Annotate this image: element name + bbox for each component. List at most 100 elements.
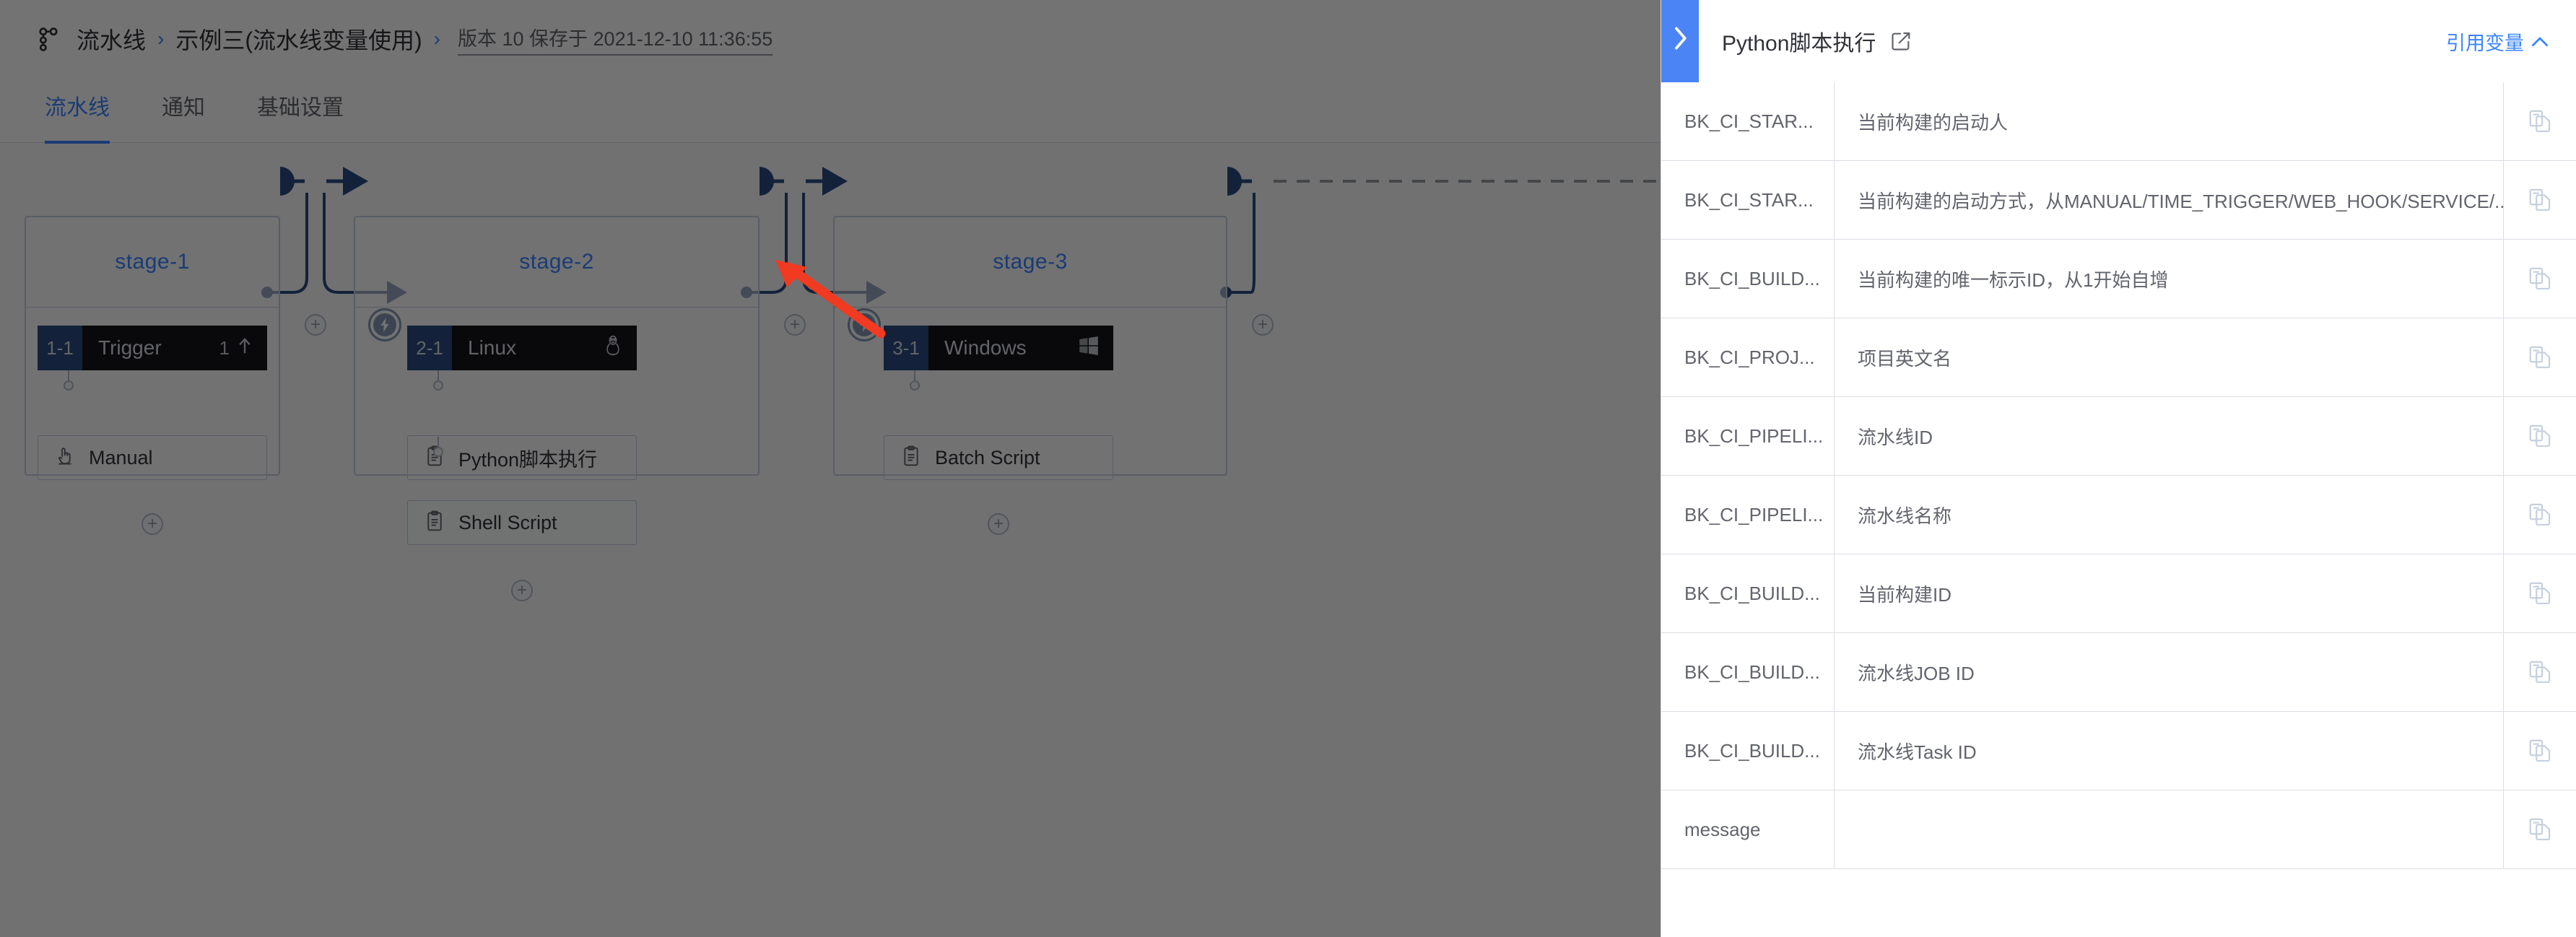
table-row[interactable]: BK_CI_PIPELI... 流水线ID: [1661, 397, 2576, 476]
variable-reference-panel: Python脚本执行 引用变量 BK_CI_STAR... 当前构建的启动人 B…: [1661, 0, 2576, 937]
reference-variable-toggle[interactable]: 引用变量: [2446, 27, 2549, 56]
job-3-1[interactable]: 3-1 Windows Batch Script +: [884, 326, 1113, 535]
copy-icon[interactable]: [2504, 318, 2576, 396]
tab-notification[interactable]: 通知: [146, 78, 221, 121]
job-3-1-index: 3-1: [884, 326, 928, 370]
atom-manual-label: Manual: [89, 446, 153, 468]
add-atom-button-3-1[interactable]: +: [988, 513, 1009, 535]
job-1-1[interactable]: 1-1 Trigger 1 Manual +: [38, 326, 267, 535]
breadcrumb-version-info[interactable]: 版本 10 保存于 2021-12-10 11:36:55: [458, 23, 773, 56]
job-2-1-connector-dot-2: [433, 447, 443, 457]
table-row[interactable]: BK_CI_BUILD... 流水线JOB ID: [1661, 633, 2576, 712]
variable-name: BK_CI_STAR...: [1661, 161, 1835, 239]
job-2-1-index: 2-1: [407, 326, 452, 370]
table-row[interactable]: BK_CI_STAR... 当前构建的启动人: [1661, 82, 2576, 161]
atom-python-script-label: Python脚本执行: [458, 448, 598, 471]
job-2-1-connector-dot-1: [433, 380, 443, 391]
atom-batch-script-label: Batch Script: [935, 446, 1040, 468]
table-row[interactable]: BK_CI_STAR... 当前构建的启动方式，从MANUAL/TIME_TRI…: [1661, 161, 2576, 240]
arrow-up-icon: [237, 337, 253, 359]
add-stage-button-3[interactable]: +: [1252, 314, 1274, 336]
variable-description: 项目英文名: [1835, 318, 2504, 396]
script-clipboard-icon: [425, 510, 444, 536]
reference-variable-label: 引用变量: [2446, 32, 2524, 54]
copy-icon[interactable]: [2504, 712, 2576, 790]
copy-icon[interactable]: [2504, 397, 2576, 475]
tab-pipeline[interactable]: 流水线: [29, 78, 126, 144]
table-row[interactable]: BK_CI_BUILD... 流水线Task ID: [1661, 712, 2576, 790]
variable-description: [1835, 790, 2504, 868]
stage-1-title: stage-1: [115, 250, 190, 274]
job-2-1-name: Linux: [468, 336, 516, 359]
job-1-1-count: 1: [219, 336, 230, 359]
pipeline-canvas: + + + stage-1 1-1 Trigger 1 Manual + sta…: [0, 144, 1661, 937]
variable-name: BK_CI_STAR...: [1661, 82, 1835, 160]
variable-description: 流水线名称: [1835, 476, 2504, 554]
add-stage-button-2[interactable]: +: [784, 314, 806, 336]
breadcrumb-root[interactable]: 流水线: [77, 22, 146, 56]
atom-python-script[interactable]: Python脚本执行: [407, 435, 637, 480]
panel-collapse-button[interactable]: [1661, 0, 1699, 82]
stage-1: stage-1 1-1 Trigger 1 Manual +: [25, 216, 280, 535]
table-row[interactable]: BK_CI_PROJ... 项目英文名: [1661, 318, 2576, 397]
edit-pencil-square-icon[interactable]: [1890, 30, 1912, 52]
table-row[interactable]: BK_CI_PIPELI... 流水线名称: [1661, 476, 2576, 554]
job-2-1-meta: [604, 326, 637, 370]
job-1-1-connector-dot: [64, 380, 74, 391]
linux-penguin-icon: [604, 335, 622, 362]
variable-name: BK_CI_BUILD...: [1661, 240, 1835, 318]
copy-icon[interactable]: [2504, 161, 2576, 239]
stage-3: stage-3 3-1 Windows Batch Script +: [833, 216, 1227, 535]
variable-description: 当前构建的唯一标示ID，从1开始自增: [1835, 240, 2504, 318]
job-2-1-header[interactable]: 2-1 Linux: [407, 326, 637, 370]
manual-hand-icon: [56, 446, 74, 470]
pipeline-icon: [35, 25, 62, 53]
variable-name: BK_CI_BUILD...: [1661, 554, 1835, 632]
stage-1-title-box[interactable]: stage-1: [25, 217, 279, 308]
atom-manual[interactable]: Manual: [38, 435, 267, 480]
variable-table: BK_CI_STAR... 当前构建的启动人 BK_CI_STAR... 当前构…: [1661, 82, 2576, 937]
breadcrumb-separator-1: ›: [157, 27, 165, 50]
stage-3-title-box[interactable]: stage-3: [834, 217, 1227, 308]
job-3-1-header[interactable]: 3-1 Windows: [884, 326, 1113, 370]
table-row[interactable]: BK_CI_BUILD... 当前构建的唯一标示ID，从1开始自增: [1661, 240, 2576, 318]
variable-description: 当前构建的启动人: [1835, 82, 2504, 160]
copy-icon[interactable]: [2504, 790, 2576, 868]
tab-basic-settings[interactable]: 基础设置: [241, 78, 360, 121]
copy-icon[interactable]: [2504, 554, 2576, 632]
copy-icon[interactable]: [2504, 476, 2576, 554]
add-stage-button-1[interactable]: +: [305, 314, 326, 336]
tab-bar: 流水线 通知 基础设置: [0, 78, 1661, 144]
add-atom-button-2-1[interactable]: +: [511, 580, 533, 601]
job-1-1-meta: 1: [219, 326, 267, 370]
atom-shell-script-label: Shell Script: [458, 511, 557, 533]
stage-2-title-box[interactable]: stage-2: [354, 217, 759, 308]
table-row[interactable]: BK_CI_BUILD... 当前构建ID: [1661, 554, 2576, 633]
table-row[interactable]: message: [1661, 790, 2576, 869]
add-atom-button-1-1[interactable]: +: [142, 513, 163, 535]
stage-3-title: stage-3: [993, 250, 1068, 274]
chevron-right-icon: [1672, 26, 1688, 57]
atom-shell-script[interactable]: Shell Script: [407, 500, 637, 545]
job-1-1-header[interactable]: 1-1 Trigger 1: [38, 326, 267, 370]
stage-2-title: stage-2: [519, 250, 594, 274]
chevron-up-icon: [2531, 30, 2549, 53]
variable-name: BK_CI_BUILD...: [1661, 712, 1835, 790]
pipeline-app-area: 流水线 › 示例三(流水线变量使用) › 版本 10 保存于 2021-12-1…: [0, 0, 1661, 937]
job-3-1-name: Windows: [944, 336, 1027, 359]
breadcrumb-project[interactable]: 示例三(流水线变量使用): [175, 22, 422, 56]
script-clipboard-icon: [902, 445, 921, 471]
job-3-1-meta: [1079, 326, 1113, 370]
variable-description: 流水线ID: [1835, 397, 2504, 475]
atom-batch-script[interactable]: Batch Script: [884, 435, 1113, 480]
variable-description: 当前构建的启动方式，从MANUAL/TIME_TRIGGER/WEB_HOOK/…: [1835, 161, 2504, 239]
variable-name: BK_CI_PIPELI...: [1661, 476, 1835, 554]
job-2-1[interactable]: 2-1 Linux Python脚本执行 Shell Script +: [407, 326, 637, 601]
variable-description: 当前构建ID: [1835, 554, 2504, 632]
copy-icon[interactable]: [2504, 633, 2576, 711]
copy-icon[interactable]: [2504, 82, 2576, 160]
copy-icon[interactable]: [2504, 240, 2576, 318]
job-1-1-index: 1-1: [38, 326, 82, 370]
variable-name: message: [1661, 790, 1835, 868]
job-1-1-name: Trigger: [98, 336, 162, 359]
